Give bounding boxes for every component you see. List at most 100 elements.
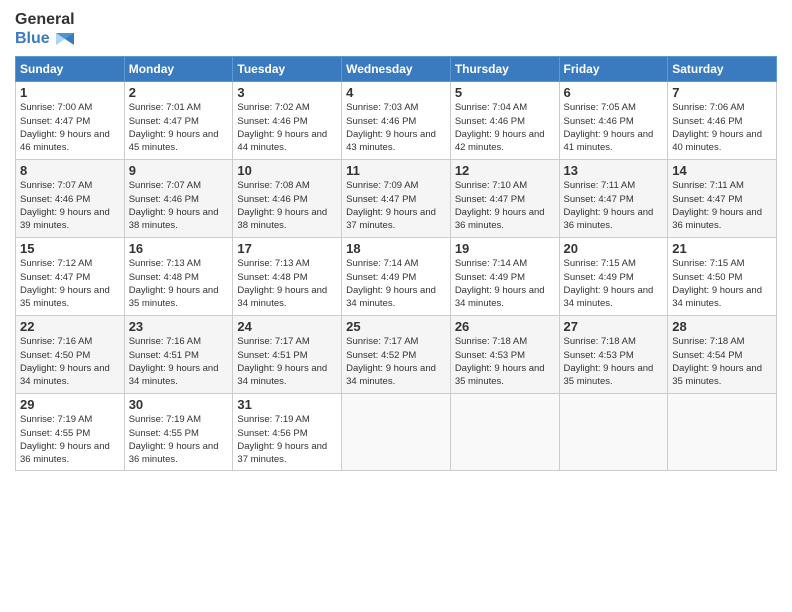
day-info: Sunrise: 7:19 AMSunset: 4:56 PMDaylight:…	[237, 414, 327, 465]
day-info: Sunrise: 7:01 AMSunset: 4:47 PMDaylight:…	[129, 102, 219, 153]
calendar-week-row: 1 Sunrise: 7:00 AMSunset: 4:47 PMDayligh…	[16, 82, 777, 160]
day-info: Sunrise: 7:05 AMSunset: 4:46 PMDaylight:…	[564, 102, 654, 153]
day-info: Sunrise: 7:11 AMSunset: 4:47 PMDaylight:…	[672, 180, 762, 231]
calendar-day-cell: 28 Sunrise: 7:18 AMSunset: 4:54 PMDaylig…	[668, 316, 777, 394]
calendar-day-cell: 15 Sunrise: 7:12 AMSunset: 4:47 PMDaylig…	[16, 238, 125, 316]
day-of-week-header: Tuesday	[233, 57, 342, 82]
calendar-week-row: 15 Sunrise: 7:12 AMSunset: 4:47 PMDaylig…	[16, 238, 777, 316]
day-info: Sunrise: 7:03 AMSunset: 4:46 PMDaylight:…	[346, 102, 436, 153]
day-number: 31	[237, 397, 337, 412]
calendar-day-cell: 31 Sunrise: 7:19 AMSunset: 4:56 PMDaylig…	[233, 394, 342, 470]
day-info: Sunrise: 7:16 AMSunset: 4:50 PMDaylight:…	[20, 336, 110, 387]
day-info: Sunrise: 7:08 AMSunset: 4:46 PMDaylight:…	[237, 180, 327, 231]
calendar-day-cell: 18 Sunrise: 7:14 AMSunset: 4:49 PMDaylig…	[342, 238, 451, 316]
calendar-day-cell: 22 Sunrise: 7:16 AMSunset: 4:50 PMDaylig…	[16, 316, 125, 394]
day-info: Sunrise: 7:10 AMSunset: 4:47 PMDaylight:…	[455, 180, 545, 231]
day-info: Sunrise: 7:13 AMSunset: 4:48 PMDaylight:…	[129, 258, 219, 309]
day-info: Sunrise: 7:09 AMSunset: 4:47 PMDaylight:…	[346, 180, 436, 231]
day-info: Sunrise: 7:13 AMSunset: 4:48 PMDaylight:…	[237, 258, 327, 309]
day-number: 24	[237, 319, 337, 334]
day-number: 25	[346, 319, 446, 334]
day-number: 8	[20, 163, 120, 178]
day-of-week-header: Monday	[124, 57, 233, 82]
day-number: 13	[564, 163, 664, 178]
day-of-week-header: Thursday	[450, 57, 559, 82]
day-number: 27	[564, 319, 664, 334]
day-number: 7	[672, 85, 772, 100]
calendar-day-cell: 17 Sunrise: 7:13 AMSunset: 4:48 PMDaylig…	[233, 238, 342, 316]
day-number: 20	[564, 241, 664, 256]
days-header-row: SundayMondayTuesdayWednesdayThursdayFrid…	[16, 57, 777, 82]
calendar-day-cell: 11 Sunrise: 7:09 AMSunset: 4:47 PMDaylig…	[342, 160, 451, 238]
calendar-week-row: 22 Sunrise: 7:16 AMSunset: 4:50 PMDaylig…	[16, 316, 777, 394]
day-info: Sunrise: 7:07 AMSunset: 4:46 PMDaylight:…	[129, 180, 219, 231]
calendar-day-cell	[559, 394, 668, 470]
calendar-day-cell: 20 Sunrise: 7:15 AMSunset: 4:49 PMDaylig…	[559, 238, 668, 316]
day-number: 10	[237, 163, 337, 178]
day-of-week-header: Wednesday	[342, 57, 451, 82]
day-info: Sunrise: 7:12 AMSunset: 4:47 PMDaylight:…	[20, 258, 110, 309]
calendar-day-cell	[342, 394, 451, 470]
day-number: 11	[346, 163, 446, 178]
calendar-day-cell: 30 Sunrise: 7:19 AMSunset: 4:55 PMDaylig…	[124, 394, 233, 470]
logo-text: General Blue	[15, 10, 75, 48]
page-header: General Blue	[15, 10, 777, 48]
day-info: Sunrise: 7:16 AMSunset: 4:51 PMDaylight:…	[129, 336, 219, 387]
day-number: 30	[129, 397, 229, 412]
day-number: 19	[455, 241, 555, 256]
calendar-day-cell: 3 Sunrise: 7:02 AMSunset: 4:46 PMDayligh…	[233, 82, 342, 160]
day-number: 15	[20, 241, 120, 256]
calendar-week-row: 8 Sunrise: 7:07 AMSunset: 4:46 PMDayligh…	[16, 160, 777, 238]
day-of-week-header: Saturday	[668, 57, 777, 82]
day-number: 6	[564, 85, 664, 100]
calendar-day-cell: 9 Sunrise: 7:07 AMSunset: 4:46 PMDayligh…	[124, 160, 233, 238]
day-number: 29	[20, 397, 120, 412]
day-of-week-header: Friday	[559, 57, 668, 82]
day-number: 23	[129, 319, 229, 334]
calendar-day-cell: 6 Sunrise: 7:05 AMSunset: 4:46 PMDayligh…	[559, 82, 668, 160]
day-info: Sunrise: 7:18 AMSunset: 4:54 PMDaylight:…	[672, 336, 762, 387]
calendar-day-cell: 23 Sunrise: 7:16 AMSunset: 4:51 PMDaylig…	[124, 316, 233, 394]
day-number: 5	[455, 85, 555, 100]
logo: General Blue	[15, 10, 75, 48]
calendar-day-cell: 10 Sunrise: 7:08 AMSunset: 4:46 PMDaylig…	[233, 160, 342, 238]
day-number: 9	[129, 163, 229, 178]
calendar-day-cell: 4 Sunrise: 7:03 AMSunset: 4:46 PMDayligh…	[342, 82, 451, 160]
day-number: 28	[672, 319, 772, 334]
day-number: 26	[455, 319, 555, 334]
calendar-day-cell: 8 Sunrise: 7:07 AMSunset: 4:46 PMDayligh…	[16, 160, 125, 238]
day-info: Sunrise: 7:17 AMSunset: 4:52 PMDaylight:…	[346, 336, 436, 387]
day-info: Sunrise: 7:14 AMSunset: 4:49 PMDaylight:…	[346, 258, 436, 309]
calendar-day-cell: 2 Sunrise: 7:01 AMSunset: 4:47 PMDayligh…	[124, 82, 233, 160]
calendar-day-cell: 24 Sunrise: 7:17 AMSunset: 4:51 PMDaylig…	[233, 316, 342, 394]
calendar-day-cell: 27 Sunrise: 7:18 AMSunset: 4:53 PMDaylig…	[559, 316, 668, 394]
day-number: 14	[672, 163, 772, 178]
day-number: 2	[129, 85, 229, 100]
calendar-day-cell: 12 Sunrise: 7:10 AMSunset: 4:47 PMDaylig…	[450, 160, 559, 238]
calendar-day-cell: 21 Sunrise: 7:15 AMSunset: 4:50 PMDaylig…	[668, 238, 777, 316]
calendar-day-cell: 29 Sunrise: 7:19 AMSunset: 4:55 PMDaylig…	[16, 394, 125, 470]
day-info: Sunrise: 7:19 AMSunset: 4:55 PMDaylight:…	[129, 414, 219, 465]
day-number: 18	[346, 241, 446, 256]
calendar-day-cell: 7 Sunrise: 7:06 AMSunset: 4:46 PMDayligh…	[668, 82, 777, 160]
day-number: 1	[20, 85, 120, 100]
day-of-week-header: Sunday	[16, 57, 125, 82]
day-info: Sunrise: 7:18 AMSunset: 4:53 PMDaylight:…	[564, 336, 654, 387]
day-info: Sunrise: 7:07 AMSunset: 4:46 PMDaylight:…	[20, 180, 110, 231]
calendar-day-cell: 14 Sunrise: 7:11 AMSunset: 4:47 PMDaylig…	[668, 160, 777, 238]
calendar-page: General Blue SundayMondayTuesdayWednesda…	[0, 0, 792, 612]
calendar-day-cell	[450, 394, 559, 470]
calendar-day-cell: 1 Sunrise: 7:00 AMSunset: 4:47 PMDayligh…	[16, 82, 125, 160]
day-info: Sunrise: 7:15 AMSunset: 4:50 PMDaylight:…	[672, 258, 762, 309]
day-info: Sunrise: 7:15 AMSunset: 4:49 PMDaylight:…	[564, 258, 654, 309]
day-number: 22	[20, 319, 120, 334]
day-number: 16	[129, 241, 229, 256]
day-info: Sunrise: 7:14 AMSunset: 4:49 PMDaylight:…	[455, 258, 545, 309]
calendar-day-cell: 5 Sunrise: 7:04 AMSunset: 4:46 PMDayligh…	[450, 82, 559, 160]
day-info: Sunrise: 7:17 AMSunset: 4:51 PMDaylight:…	[237, 336, 327, 387]
calendar-day-cell	[668, 394, 777, 470]
day-number: 12	[455, 163, 555, 178]
calendar-week-row: 29 Sunrise: 7:19 AMSunset: 4:55 PMDaylig…	[16, 394, 777, 470]
day-number: 3	[237, 85, 337, 100]
day-info: Sunrise: 7:18 AMSunset: 4:53 PMDaylight:…	[455, 336, 545, 387]
